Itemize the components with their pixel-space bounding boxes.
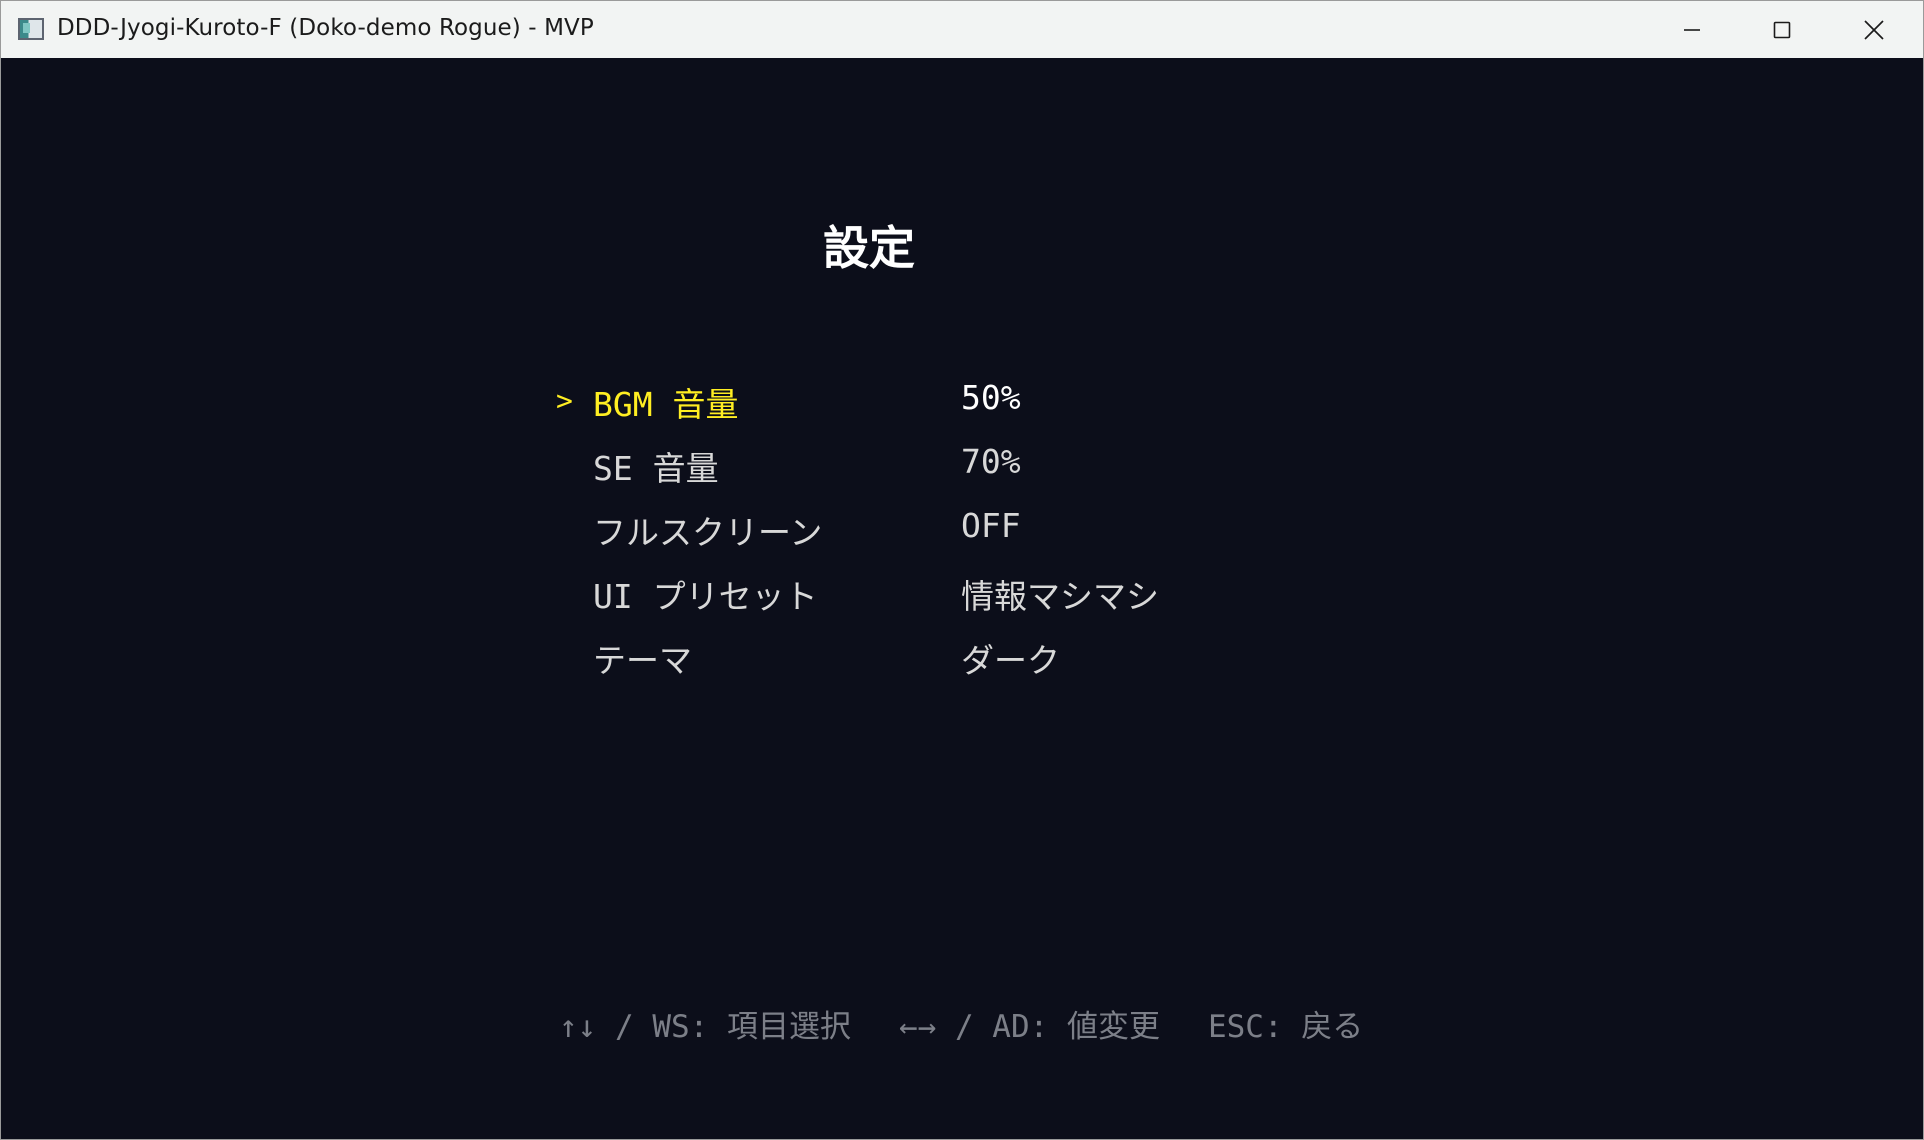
help-back: ESC: 戻る bbox=[1207, 1009, 1364, 1045]
setting-value: ダーク bbox=[961, 641, 1060, 680]
setting-label: SE 音量 bbox=[593, 449, 719, 488]
setting-row-ui-preset[interactable]: UI プリセット 情報マシマシ bbox=[556, 568, 1256, 620]
setting-row-fullscreen[interactable]: フルスクリーン OFF bbox=[556, 504, 1256, 556]
setting-label: テーマ bbox=[593, 641, 692, 680]
settings-list: > BGM 音量 50% SE 音量 70% フルスクリーン OFF UI プリ… bbox=[1, 58, 1923, 680]
setting-value: 情報マシマシ bbox=[961, 577, 1159, 616]
setting-label: フルスクリーン bbox=[593, 513, 823, 552]
game-canvas[interactable]: 設定 > BGM 音量 50% SE 音量 70% フルスクリーン OFF UI… bbox=[1, 58, 1923, 1139]
maximize-icon bbox=[1773, 21, 1791, 38]
setting-label: BGM 音量 bbox=[593, 385, 739, 424]
close-button[interactable] bbox=[1829, 1, 1919, 58]
setting-row-se-volume[interactable]: SE 音量 70% bbox=[556, 440, 1256, 492]
minimize-icon bbox=[1684, 28, 1700, 31]
setting-row-bgm-volume[interactable]: > BGM 音量 50% bbox=[556, 376, 1256, 428]
setting-label: UI プリセット bbox=[593, 577, 818, 616]
window-title: DDD-Jyogi-Kuroto-F (Doko-demo Rogue) - M… bbox=[57, 15, 594, 41]
help-change-value: ←→ / AD: 値変更 bbox=[898, 1009, 1160, 1045]
title-bar[interactable]: DDD-Jyogi-Kuroto-F (Doko-demo Rogue) - M… bbox=[1, 1, 1923, 58]
setting-value: 70% bbox=[961, 442, 1021, 481]
setting-value: 50% bbox=[961, 378, 1021, 417]
game-window: DDD-Jyogi-Kuroto-F (Doko-demo Rogue) - M… bbox=[0, 0, 1924, 1140]
maximize-button[interactable] bbox=[1737, 1, 1827, 58]
close-icon bbox=[1864, 19, 1884, 40]
help-navigate: ↑↓ / WS: 項目選択 bbox=[559, 1009, 851, 1045]
selection-cursor: > bbox=[556, 384, 573, 417]
setting-row-theme[interactable]: テーマ ダーク bbox=[556, 632, 1256, 684]
minimize-button[interactable] bbox=[1647, 1, 1737, 58]
app-icon bbox=[18, 18, 44, 40]
setting-value: OFF bbox=[961, 506, 1021, 545]
key-help-bar: ↑↓ / WS: 項目選択 ←→ / AD: 値変更 ESC: 戻る bbox=[559, 1001, 1411, 1046]
